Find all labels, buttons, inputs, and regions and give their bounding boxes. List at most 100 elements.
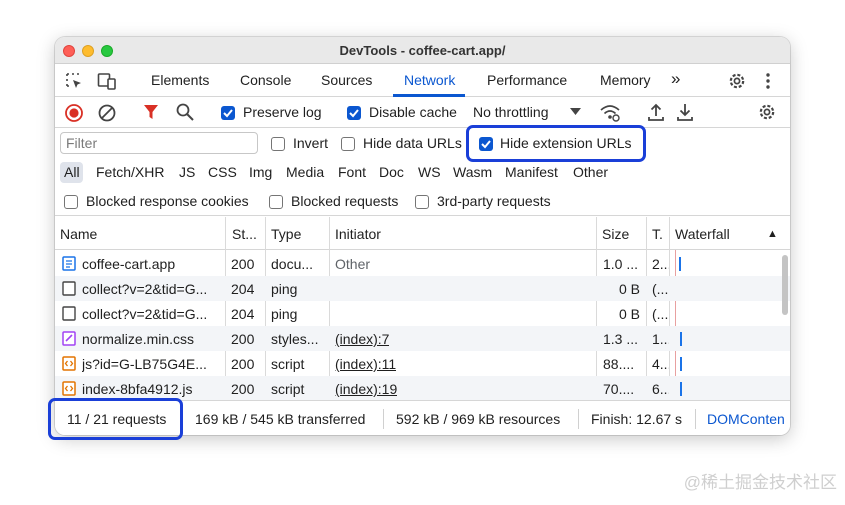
table-row[interactable]: collect?v=2&tid=G... 204 ping 0 B (...	[55, 276, 790, 301]
devtools-window: DevTools - coffee-cart.app/ Elements Con…	[55, 37, 790, 435]
status-divider	[578, 409, 579, 429]
table-row[interactable]: index-8bfa4912.js 200 script (index):19 …	[55, 376, 790, 400]
request-initiator: Other	[335, 256, 371, 272]
blocked-requests-checkbox[interactable]	[269, 195, 283, 209]
type-filter-fetch-xhr[interactable]: Fetch/XHR	[96, 164, 164, 180]
preserve-log-checkbox[interactable]	[221, 106, 235, 120]
document-icon	[62, 256, 76, 271]
type-filter-font[interactable]: Font	[338, 164, 366, 180]
network-toolbar: Preserve log Disable cache No throttling	[55, 97, 790, 128]
request-name: js?id=G-LB75G4E...	[82, 356, 207, 372]
type-filter-ws[interactable]: WS	[418, 164, 441, 180]
table-row[interactable]: collect?v=2&tid=G... 204 ping 0 B (...	[55, 301, 790, 326]
request-size: 70....	[603, 381, 635, 397]
request-size: 1.0 ...	[603, 256, 639, 272]
filter-icon[interactable]	[142, 103, 160, 121]
disable-cache-checkbox[interactable]	[347, 106, 361, 120]
request-type: script	[271, 356, 305, 372]
column-waterfall[interactable]: Waterfall	[675, 226, 730, 242]
column-name[interactable]: Name	[60, 226, 97, 242]
column-initiator[interactable]: Initiator	[335, 226, 381, 242]
resource-type-filters: All Fetch/XHR JS CSS Img Media Font Doc …	[55, 159, 790, 187]
request-status: 204	[231, 281, 255, 297]
column-size[interactable]: Size	[602, 226, 629, 242]
blank-file-icon	[62, 306, 76, 321]
request-time: (...	[652, 281, 669, 297]
blank-file-icon	[62, 281, 76, 296]
type-filter-img[interactable]: Img	[249, 164, 272, 180]
hide-data-urls-label: Hide data URLs	[363, 135, 462, 151]
request-status: 200	[231, 331, 255, 347]
chevron-down-icon[interactable]	[570, 108, 581, 116]
tab-console[interactable]: Console	[240, 72, 291, 88]
type-filter-other[interactable]: Other	[573, 164, 608, 180]
type-filter-manifest[interactable]: Manifest	[505, 164, 558, 180]
import-har-icon[interactable]	[647, 102, 665, 122]
column-status[interactable]: St...	[232, 226, 257, 242]
request-type: docu...	[271, 256, 314, 272]
request-name: collect?v=2&tid=G...	[82, 281, 208, 297]
column-type[interactable]: Type	[271, 226, 301, 242]
request-time: 2...	[652, 256, 669, 272]
type-filter-js[interactable]: JS	[179, 164, 195, 180]
column-time[interactable]: T.	[652, 226, 663, 242]
request-status: 204	[231, 306, 255, 322]
network-conditions-icon[interactable]	[599, 103, 621, 123]
window-title: DevTools - coffee-cart.app/	[339, 43, 506, 58]
resources-size: 592 kB / 969 kB resources	[396, 411, 561, 427]
third-party-checkbox[interactable]	[415, 195, 429, 209]
script-icon	[62, 381, 76, 396]
request-status: 200	[231, 256, 255, 272]
waterfall-bar	[680, 382, 682, 396]
invert-label: Invert	[293, 135, 329, 151]
stop-recording-icon[interactable]	[64, 103, 84, 123]
table-row[interactable]: js?id=G-LB75G4E... 200 script (index):11…	[55, 351, 790, 376]
tab-sources[interactable]: Sources	[321, 72, 372, 88]
filter-input[interactable]	[60, 132, 258, 154]
table-header: Name St... Type Initiator Size T. Waterf…	[55, 217, 790, 250]
blocked-cookies-checkbox[interactable]	[64, 195, 78, 209]
type-filter-css[interactable]: CSS	[208, 164, 237, 180]
requests-table: Name St... Type Initiator Size T. Waterf…	[55, 217, 790, 400]
finish-time: Finish: 12.67 s	[591, 411, 683, 427]
request-type: styles...	[271, 331, 319, 347]
export-har-icon[interactable]	[676, 102, 694, 122]
device-toolbar-icon[interactable]	[97, 72, 117, 90]
request-type: script	[271, 381, 305, 397]
more-options-icon[interactable]	[764, 72, 772, 90]
request-initiator-link[interactable]: (index):19	[335, 381, 397, 397]
request-initiator-link[interactable]: (index):7	[335, 331, 389, 347]
invert-checkbox[interactable]	[271, 137, 285, 151]
type-filter-media[interactable]: Media	[286, 164, 324, 180]
table-row[interactable]: normalize.min.css 200 styles... (index):…	[55, 326, 790, 351]
inspect-element-icon[interactable]	[65, 72, 83, 90]
network-settings-gear-icon[interactable]	[757, 102, 777, 122]
panel-tabs: Elements Console Sources Network Perform…	[55, 65, 790, 97]
request-type: ping	[271, 281, 298, 297]
search-icon[interactable]	[175, 102, 195, 122]
table-row[interactable]: coffee-cart.app 200 docu... Other 1.0 ..…	[55, 251, 790, 276]
domcontentloaded-time: DOMConten	[707, 411, 785, 427]
tab-network[interactable]: Network	[404, 72, 455, 88]
blocking-filters: Blocked response cookies Blocked request…	[55, 187, 790, 216]
tab-performance[interactable]: Performance	[487, 72, 567, 88]
blocked-requests-label: Blocked requests	[291, 193, 399, 209]
request-initiator-link[interactable]: (index):11	[335, 356, 396, 372]
status-divider	[383, 409, 384, 429]
request-size: 0 B	[619, 306, 641, 322]
type-filter-all[interactable]: All	[64, 164, 80, 180]
clear-icon[interactable]	[97, 103, 117, 123]
title-bar: DevTools - coffee-cart.app/	[55, 37, 790, 64]
tab-memory[interactable]: Memory	[600, 72, 651, 88]
type-filter-wasm[interactable]: Wasm	[453, 164, 492, 180]
type-filter-doc[interactable]: Doc	[379, 164, 404, 180]
tab-elements[interactable]: Elements	[151, 72, 209, 88]
more-tabs-icon[interactable]: »	[671, 69, 680, 89]
request-time: 6...	[652, 381, 669, 397]
sort-ascending-icon[interactable]: ▲	[767, 228, 778, 240]
table-scrollbar[interactable]	[782, 255, 788, 315]
settings-gear-icon[interactable]	[727, 71, 747, 91]
throttling-select[interactable]: No throttling	[473, 104, 548, 120]
hide-data-urls-checkbox[interactable]	[341, 137, 355, 151]
filter-bar: Invert Hide data URLs Hide extension URL…	[55, 128, 790, 159]
